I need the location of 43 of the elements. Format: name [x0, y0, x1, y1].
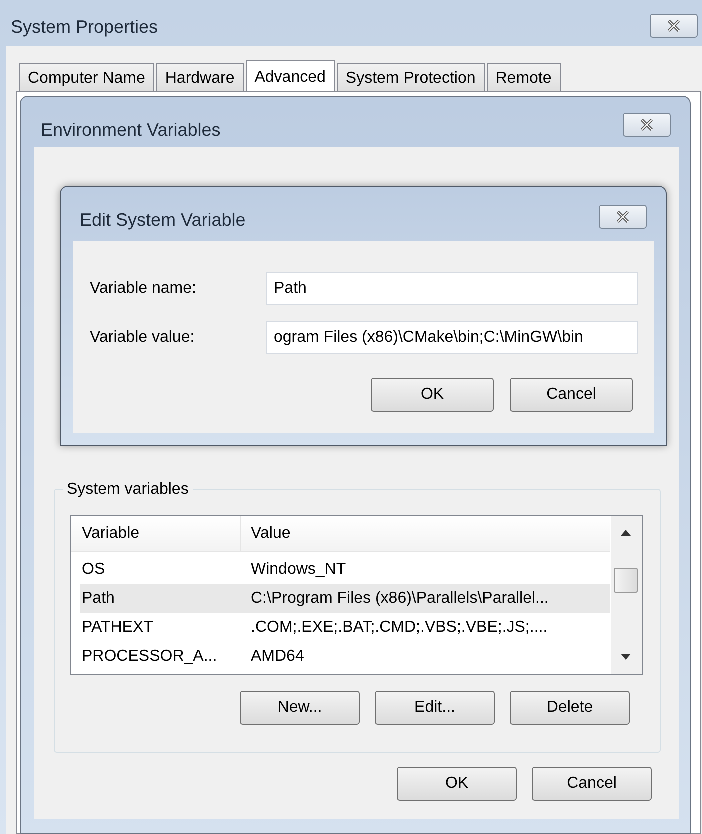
tab[interactable]: Advanced — [246, 60, 335, 94]
table-cell-text: Windows_NT — [250, 560, 346, 580]
table-cell-text: OS — [81, 560, 106, 580]
tab[interactable]: Computer Name — [19, 63, 154, 93]
dialog-button[interactable]: OK — [397, 767, 517, 801]
close-button[interactable] — [623, 113, 671, 137]
close-icon — [615, 211, 631, 223]
dialog-button[interactable]: Cancel — [510, 378, 633, 412]
window-title: Environment Variables — [41, 119, 221, 142]
table-row[interactable]: OS Windows_NT — [80, 555, 610, 584]
input-field[interactable]: Path — [266, 272, 638, 305]
column-header[interactable]: Value — [241, 516, 610, 551]
dialog-button[interactable]: Delete — [510, 691, 630, 725]
close-button[interactable] — [650, 14, 698, 38]
window-title: System Properties — [11, 16, 158, 39]
dialog-button[interactable]: New... — [240, 691, 360, 725]
scroll-up-icon — [621, 530, 631, 536]
scroll-down-icon — [621, 654, 631, 660]
table-cell-text: .COM;.EXE;.BAT;.CMD;.VBS;.VBE;.JS;.... — [250, 618, 548, 638]
table-cell-text: AMD64 — [250, 646, 304, 666]
tab[interactable]: Remote — [486, 63, 561, 93]
field-label: Variable value: — [90, 328, 196, 348]
tab[interactable]: System Protection — [336, 63, 485, 93]
window-title: Edit System Variable — [80, 209, 246, 232]
table-row[interactable]: PATHEXT .COM;.EXE;.BAT;.CMD;.VBS;.VBE;.JS;.... — [80, 613, 610, 642]
input-field[interactable]: ogram Files (x86)\CMake\bin;C:\MinGW\bin — [266, 321, 638, 354]
table-cell-text: PROCESSOR_A... — [81, 646, 218, 666]
table-row[interactable]: PROCESSOR_A... AMD64 — [80, 642, 610, 671]
table-cell-text: PATHEXT — [81, 618, 154, 638]
scroll-thumb[interactable] — [614, 568, 638, 593]
tab[interactable]: Hardware — [156, 63, 244, 93]
dialog-button[interactable]: Edit... — [375, 691, 495, 725]
column-header[interactable]: Variable — [71, 516, 241, 551]
scrollbar[interactable] — [611, 516, 642, 674]
table-cell-text: C:\Program Files (x86)\Parallels\Parallel... — [250, 588, 549, 608]
dialog-button[interactable]: Cancel — [532, 767, 652, 801]
close-icon — [639, 119, 655, 131]
field-label: Variable name: — [90, 278, 198, 298]
close-icon — [666, 20, 682, 32]
dialog-button[interactable]: OK — [371, 378, 494, 412]
close-button[interactable] — [599, 205, 647, 229]
table-cell-text: Path — [81, 588, 116, 608]
table-row[interactable]: Path C:\Program Files (x86)\Parallels\Parallel... — [80, 584, 610, 613]
